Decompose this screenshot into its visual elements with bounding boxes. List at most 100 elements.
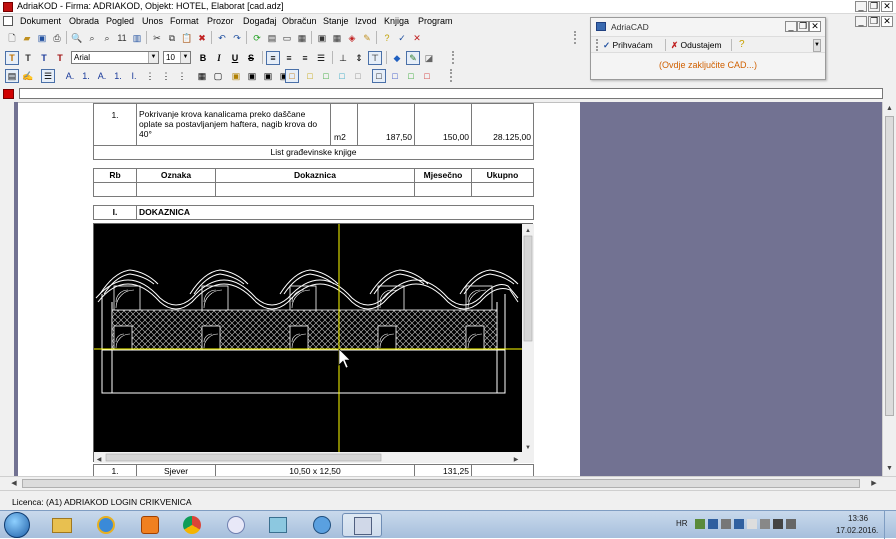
scroll-down-icon[interactable]: ▼ [525, 445, 531, 451]
numbering-3-button[interactable]: ⋮ [175, 69, 189, 83]
cad-restore-button[interactable]: ❐ [797, 21, 809, 32]
pen-color-icon[interactable]: ✎ [406, 51, 420, 65]
text-style-1-button[interactable]: T [5, 51, 19, 65]
cut-icon[interactable]: ✂ [150, 31, 164, 45]
cad-close-button[interactable]: ✕ [809, 21, 821, 32]
columns-icon[interactable]: ▥ [130, 31, 144, 45]
vscroll-thumb[interactable] [885, 116, 894, 416]
border-black-button[interactable]: □ [372, 69, 386, 83]
menu-item-prozor[interactable]: Prozor [207, 16, 234, 26]
adriacad-titlebar[interactable]: AdriaCAD _ ❐ ✕ [591, 18, 825, 35]
hscroll-thumb[interactable] [22, 479, 860, 488]
find-icon[interactable]: ⌕ [85, 31, 99, 45]
explorer-taskbar-icon[interactable] [42, 513, 82, 537]
scroll-left-icon[interactable]: ◀ [8, 478, 20, 489]
save-icon[interactable]: ▣ [35, 31, 49, 45]
app-taskbar-icon[interactable] [258, 513, 298, 537]
bold-button[interactable]: B [196, 51, 210, 65]
delete-icon[interactable]: ✖ [195, 31, 209, 45]
valign-middle-button[interactable]: ⇕ [352, 51, 366, 65]
window-icon[interactable]: ▣ [315, 31, 329, 45]
help-icon[interactable]: ? [380, 31, 394, 45]
scroll-right-icon[interactable]: ▶ [868, 478, 880, 489]
scroll-up-icon[interactable]: ▲ [525, 228, 531, 234]
toolbar-grip[interactable] [450, 69, 453, 82]
image-frame-2-button[interactable]: ▣ [245, 69, 259, 83]
menu-item-izvod[interactable]: Izvod [355, 16, 377, 26]
align-right-button[interactable]: ≡ [298, 51, 312, 65]
fill-color-icon[interactable]: ◆ [390, 51, 404, 65]
adriakod-taskbar-button[interactable] [342, 513, 382, 537]
horizontal-scrollbar[interactable]: ◀ ▶ [0, 476, 896, 490]
roof-drawing[interactable]: ▲ ▼ ◀ ▶ [94, 224, 534, 463]
print-icon[interactable]: ⎙ [50, 31, 64, 45]
doc-restore-button[interactable]: ❐ [868, 16, 880, 27]
system-tray-icons[interactable] [695, 519, 815, 531]
menu-item-format[interactable]: Format [170, 16, 199, 26]
border-green-button[interactable]: □ [319, 69, 333, 83]
underline-button[interactable]: U [228, 51, 242, 65]
copy-icon[interactable]: ⧉ [165, 31, 179, 45]
font-size-select[interactable]: 10 ▼ [163, 51, 191, 64]
menu-item-knjiga[interactable]: Knjiga [384, 16, 409, 26]
numbering-2-button[interactable]: ⋮ [159, 69, 173, 83]
border-green2-button[interactable]: □ [404, 69, 418, 83]
font-name-select[interactable]: Arial ▼ [71, 51, 159, 64]
language-indicator[interactable]: HR [676, 519, 688, 528]
text-style-3-button[interactable]: T [37, 51, 51, 65]
cad-hscroll-thumb[interactable] [105, 453, 382, 462]
minimize-button[interactable]: _ [855, 1, 867, 12]
text-style-4-button[interactable]: T [53, 51, 67, 65]
open-folder-icon[interactable]: ▰ [20, 31, 34, 45]
document-icon[interactable] [3, 16, 13, 26]
scroll-up-icon[interactable]: ▲ [884, 103, 895, 114]
valign-top-button[interactable]: ⊤ [368, 51, 382, 65]
border-red-button[interactable]: □ [420, 69, 434, 83]
media-player-taskbar-icon[interactable] [130, 513, 170, 537]
border-yellow-button[interactable]: □ [303, 69, 317, 83]
help-icon[interactable]: ? [739, 38, 745, 52]
toolbar-overflow-icon[interactable]: ▼ [813, 39, 821, 52]
new-document-icon[interactable]: 🗋 [5, 31, 19, 45]
calculator-icon[interactable]: ▦ [330, 31, 344, 45]
refresh-icon[interactable]: ⟳ [250, 31, 264, 45]
undo-icon[interactable]: ↶ [215, 31, 229, 45]
strikethrough-button[interactable]: S [244, 51, 258, 65]
menu-item-pogled[interactable]: Pogled [106, 16, 134, 26]
brush-icon[interactable]: ✎ [360, 31, 374, 45]
align-left-button[interactable]: ≡ [266, 51, 280, 65]
paste-icon[interactable]: 📋 [180, 31, 194, 45]
insert-row-icon[interactable]: ▤ [265, 31, 279, 45]
cancel-button[interactable]: ✗ Odustajem [671, 38, 722, 52]
paint-taskbar-icon[interactable] [216, 513, 256, 537]
eraser-icon[interactable]: ◪ [422, 51, 436, 65]
cad-minimize-button[interactable]: _ [785, 21, 797, 32]
check-spelling-icon[interactable]: ✓ [395, 31, 409, 45]
border-cyan-button[interactable]: □ [335, 69, 349, 83]
command-input[interactable] [19, 88, 883, 99]
menu-item-dokument[interactable]: Dokument [20, 16, 61, 26]
internet-explorer-taskbar-icon[interactable] [86, 513, 126, 537]
align-justify-button[interactable]: ☰ [314, 51, 328, 65]
restore-button[interactable]: ❐ [868, 1, 880, 12]
align-center-button[interactable]: ≡ [282, 51, 296, 65]
heading-a-button[interactable]: A. [63, 69, 77, 83]
toolbar-grip[interactable] [574, 31, 577, 44]
accept-button[interactable]: ✓ Prihvaćam [603, 38, 653, 52]
heading-a2-button[interactable]: A. [95, 69, 109, 83]
heading-1b-button[interactable]: 1. [111, 69, 125, 83]
close-document-icon[interactable]: ✕ [410, 31, 424, 45]
frame-button[interactable]: ▢ [211, 69, 225, 83]
start-button[interactable] [4, 512, 30, 538]
menu-item-unos[interactable]: Unos [142, 16, 163, 26]
delete-row-icon[interactable]: ▭ [280, 31, 294, 45]
doc-minimize-button[interactable]: _ [855, 16, 867, 27]
redo-icon[interactable]: ↷ [230, 31, 244, 45]
show-desktop-button[interactable] [884, 511, 896, 539]
toolbar-grip[interactable] [452, 51, 455, 64]
cad-canvas[interactable]: ▲ ▼ ◀ ▶ [93, 223, 534, 463]
menu-item-stanje[interactable]: Stanje [323, 16, 349, 26]
valign-bottom-button[interactable]: ⊥ [336, 51, 350, 65]
italic-button[interactable]: I [212, 51, 226, 65]
menu-item-program[interactable]: Program [418, 16, 453, 26]
